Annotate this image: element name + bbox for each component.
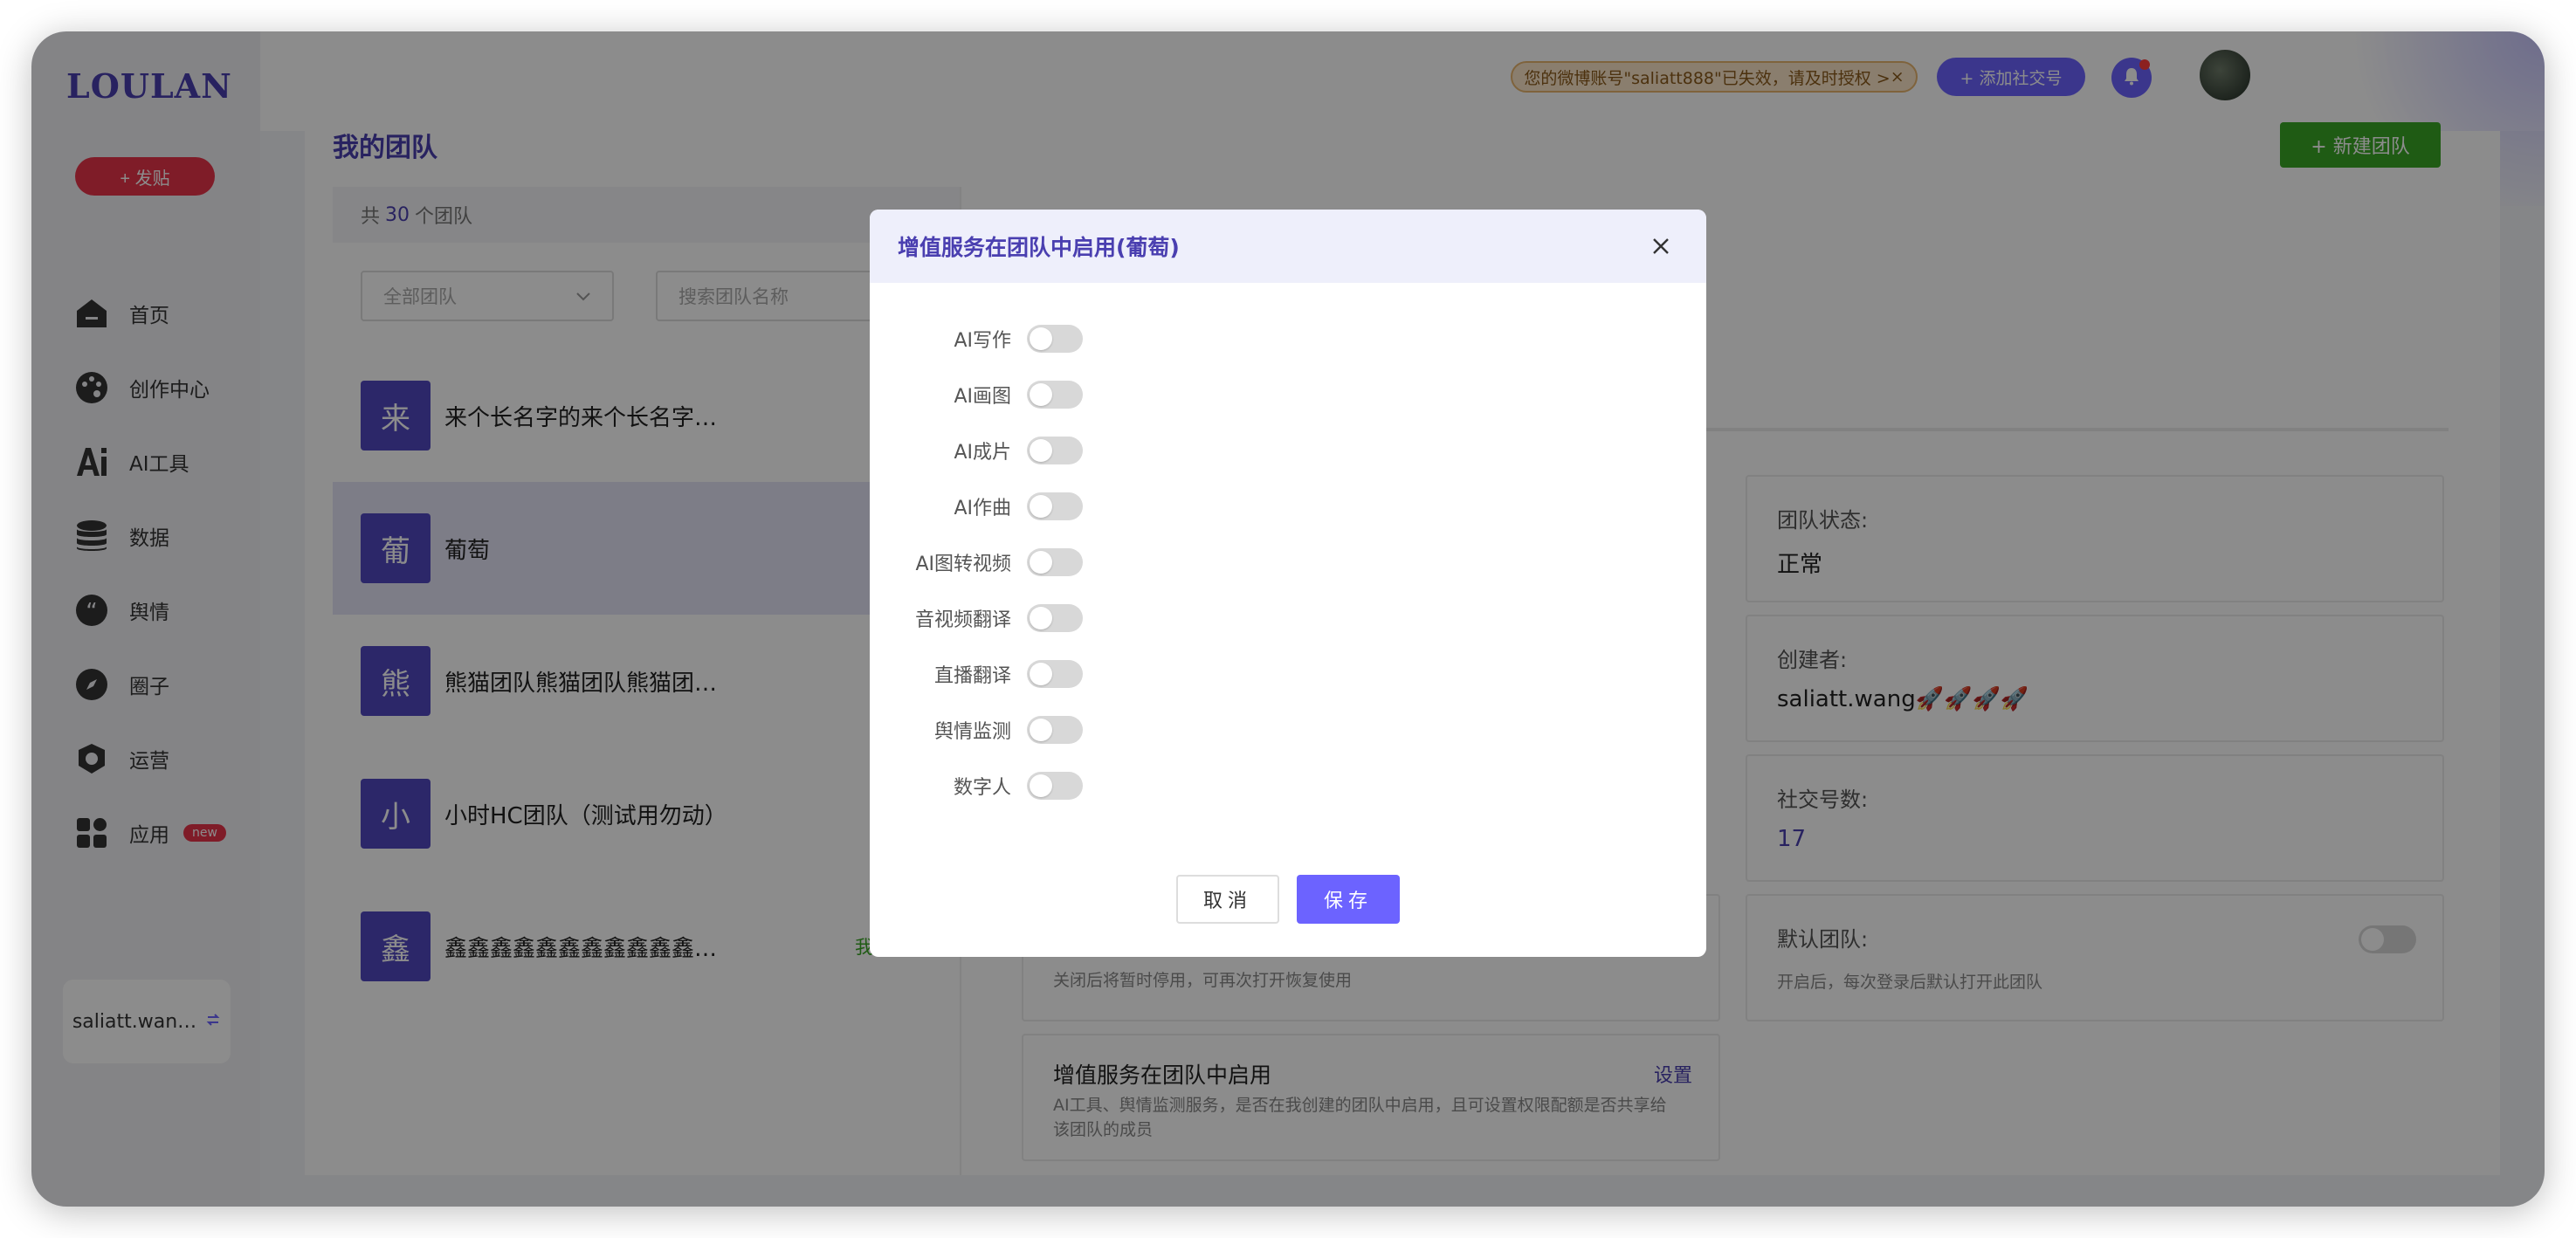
- modal-header: 增值服务在团队中启用(葡萄): [870, 210, 1706, 283]
- option-label: 数字人: [953, 777, 1011, 799]
- option-label: 直播翻译: [933, 665, 1011, 687]
- option-sentiment-monitoring: 舆情监测: [870, 702, 1706, 758]
- sentiment-monitoring-toggle[interactable]: [1027, 716, 1083, 744]
- ai-image-to-video-toggle[interactable]: [1027, 548, 1083, 576]
- option-label: AI作曲: [954, 498, 1011, 519]
- ai-film-toggle[interactable]: [1027, 437, 1083, 464]
- option-av-translation: 音视频翻译: [870, 590, 1706, 646]
- service-options: AI写作 AI画图 AI成片 AI作曲 AI图转视频 音视频翻译 直播翻译 舆情…: [870, 311, 1706, 814]
- option-label: AI写作: [954, 330, 1011, 352]
- ai-drawing-toggle[interactable]: [1027, 381, 1083, 409]
- option-label: AI成片: [954, 442, 1011, 464]
- option-label: 舆情监测: [933, 721, 1011, 743]
- modal-footer: 取消 保存: [870, 875, 1706, 924]
- close-icon[interactable]: [1643, 229, 1678, 264]
- option-digital-human: 数字人: [870, 758, 1706, 814]
- vas-modal: 增值服务在团队中启用(葡萄) AI写作 AI画图 AI成片 AI作曲 AI图转视…: [870, 210, 1706, 957]
- option-label: 音视频翻译: [914, 609, 1011, 631]
- ai-music-toggle[interactable]: [1027, 492, 1083, 520]
- digital-human-toggle[interactable]: [1027, 772, 1083, 800]
- option-ai-writing: AI写作: [870, 311, 1706, 367]
- option-label: AI画图: [954, 386, 1011, 408]
- live-translation-toggle[interactable]: [1027, 660, 1083, 688]
- option-live-translation: 直播翻译: [870, 646, 1706, 702]
- option-label: AI图转视频: [915, 554, 1011, 575]
- av-translation-toggle[interactable]: [1027, 604, 1083, 632]
- option-ai-film: AI成片: [870, 423, 1706, 478]
- option-ai-drawing: AI画图: [870, 367, 1706, 423]
- app-window: LOULAN + 发贴 首页 创作中心 AI工具 数据 “ 舆情 圈子 运营 应…: [31, 31, 2545, 1207]
- cancel-button[interactable]: 取消: [1176, 875, 1279, 924]
- ai-writing-toggle[interactable]: [1027, 325, 1083, 353]
- modal-title: 增值服务在团队中启用(葡萄): [898, 235, 1180, 260]
- option-ai-music: AI作曲: [870, 478, 1706, 534]
- save-button[interactable]: 保存: [1297, 875, 1400, 924]
- option-ai-image-to-video: AI图转视频: [870, 534, 1706, 590]
